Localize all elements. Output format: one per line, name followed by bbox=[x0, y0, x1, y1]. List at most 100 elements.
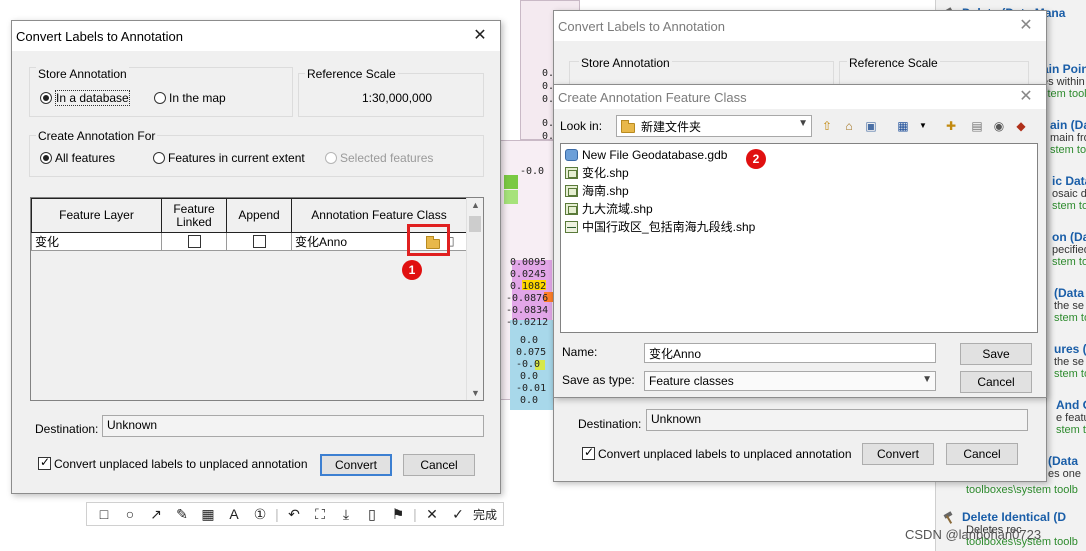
up-one-level-icon[interactable]: ⇧ bbox=[818, 117, 836, 135]
radio-selected-features: Selected features bbox=[325, 151, 433, 165]
toolbox-icon[interactable]: ◆ bbox=[1012, 117, 1030, 135]
result-title: And G bbox=[1056, 398, 1086, 412]
convert-button[interactable]: Convert bbox=[862, 443, 934, 465]
chevron-down-icon[interactable]: ▼ bbox=[914, 117, 932, 135]
titlebar: Create Annotation Feature Class ✕ bbox=[554, 85, 1046, 109]
done-button[interactable]: 完成 bbox=[471, 506, 497, 523]
chevron-down-icon: ▼ bbox=[922, 374, 932, 385]
result-title: (Data bbox=[1048, 454, 1079, 468]
file-item[interactable]: 九大流域.shp bbox=[565, 200, 653, 218]
result-desc: the se bbox=[1054, 356, 1084, 368]
catalog-icon[interactable]: ▤ bbox=[968, 117, 986, 135]
radio-in-map[interactable]: In the map bbox=[154, 91, 226, 105]
radio-in-database[interactable]: In a database bbox=[40, 90, 130, 106]
destination-field: Unknown bbox=[102, 415, 484, 437]
cancel-button[interactable]: Cancel bbox=[946, 443, 1018, 465]
scroll-down-icon[interactable]: ▼ bbox=[467, 388, 483, 398]
pin-icon[interactable]: ⚑ bbox=[385, 506, 411, 523]
radio-features-current-extent[interactable]: Features in current extent bbox=[153, 151, 305, 165]
map-value-label: 0.0245 bbox=[510, 269, 547, 280]
text-icon[interactable]: A bbox=[221, 506, 247, 522]
scroll-thumb[interactable] bbox=[469, 216, 481, 232]
cancel-button[interactable]: Cancel bbox=[403, 454, 475, 476]
separator: | bbox=[275, 506, 279, 522]
radio-label: All features bbox=[55, 151, 116, 165]
checkbox[interactable] bbox=[38, 455, 51, 470]
save-as-type-select[interactable]: Feature classes ▼ bbox=[644, 371, 936, 391]
number-marker-icon[interactable]: ① bbox=[247, 506, 273, 523]
name-input[interactable]: 变化Anno bbox=[644, 343, 936, 363]
result-title: ain Point bbox=[1042, 62, 1086, 76]
name-label: Name: bbox=[562, 345, 598, 359]
scroll-up-icon[interactable]: ▲ bbox=[467, 200, 483, 210]
radio-button bbox=[325, 152, 337, 164]
cancel-button[interactable]: Cancel bbox=[960, 371, 1032, 393]
radio-button[interactable] bbox=[154, 92, 166, 104]
connect-folder-icon[interactable]: ▣ bbox=[862, 117, 880, 135]
mosaic-icon[interactable]: ▦ bbox=[195, 506, 221, 523]
phone-icon[interactable]: ▯ bbox=[359, 506, 385, 523]
close-icon[interactable]: ✕ bbox=[1012, 14, 1040, 38]
convert-button[interactable]: Convert bbox=[320, 454, 392, 476]
polygon-shapefile-icon bbox=[565, 185, 578, 197]
rectangle-icon[interactable]: □ bbox=[91, 506, 117, 522]
map-value-label: 0.0 bbox=[520, 371, 539, 382]
feature-linked-cell[interactable] bbox=[161, 232, 227, 251]
line-shapefile-icon bbox=[565, 221, 578, 233]
map-value-label: 0.0 bbox=[520, 335, 539, 346]
dialog-title: Convert Labels to Annotation bbox=[16, 28, 183, 44]
close-icon[interactable]: ✕ bbox=[419, 506, 445, 523]
file-item[interactable]: 变化.shp bbox=[565, 164, 629, 182]
view-icon[interactable]: ▦ bbox=[894, 117, 912, 135]
save-as-type-label: Save as type: bbox=[562, 373, 635, 387]
result-desc: osaic d bbox=[1052, 188, 1086, 200]
file-name: New File Geodatabase.gdb bbox=[582, 148, 728, 162]
radio-button[interactable] bbox=[153, 152, 165, 164]
download-icon[interactable]: ⤓ bbox=[333, 506, 359, 523]
arrow-icon[interactable]: ↗ bbox=[143, 506, 169, 523]
map-value-label: -0.0212 bbox=[506, 317, 549, 328]
look-in-combobox[interactable]: 新建文件夹 ▼ bbox=[616, 115, 812, 137]
result-path: stem toolb bbox=[1050, 144, 1086, 156]
step-badge-2: 2 bbox=[746, 149, 766, 169]
grid-scrollbar[interactable]: ▲ ▼ bbox=[466, 198, 483, 400]
append-cell[interactable] bbox=[226, 232, 292, 251]
save-button[interactable]: Save bbox=[960, 343, 1032, 365]
file-item[interactable]: 海南.shp bbox=[565, 182, 629, 200]
browser-toolbar: ⇧ ⌂ ▣ ▦ ▼ ✚ ▤ ◉ ◆ bbox=[818, 117, 1038, 135]
close-icon[interactable]: ✕ bbox=[1012, 85, 1040, 109]
highlight-box bbox=[407, 224, 450, 256]
pen-icon[interactable]: ✎ bbox=[169, 506, 195, 523]
file-list[interactable]: New File Geodatabase.gdb 变化.shp 海南.shp 九… bbox=[560, 143, 1038, 333]
home-icon[interactable]: ⌂ bbox=[840, 117, 858, 135]
look-in-value: 新建文件夹 bbox=[641, 120, 702, 134]
toolbox-result-path: toolboxes\system toolb bbox=[966, 484, 1086, 496]
fullscreen-icon[interactable]: ⛶ bbox=[307, 506, 333, 523]
table-row[interactable]: 变化 变化Anno bbox=[31, 232, 467, 251]
file-item-geodatabase[interactable]: New File Geodatabase.gdb bbox=[565, 146, 727, 164]
feature-linked-checkbox[interactable] bbox=[187, 235, 201, 248]
result-desc: es one bbox=[1048, 468, 1082, 480]
reference-scale-value: 1:30,000,000 bbox=[362, 91, 433, 105]
file-item[interactable]: 中国行政区_包括南海九段线.shp bbox=[565, 218, 755, 236]
result-desc: the se bbox=[1054, 300, 1084, 312]
result-path: stem toolb bbox=[1042, 88, 1086, 100]
radio-button[interactable] bbox=[40, 152, 52, 164]
new-folder-icon[interactable]: ✚ bbox=[942, 117, 960, 135]
undo-icon[interactable]: ↶ bbox=[281, 506, 307, 523]
close-icon[interactable]: ✕ bbox=[466, 24, 494, 48]
done-check-icon[interactable]: ✓ bbox=[445, 506, 471, 523]
unplaced-checkbox-row[interactable]: Convert unplaced labels to unplaced anno… bbox=[38, 455, 308, 471]
result-desc: e featu bbox=[1056, 412, 1086, 424]
radio-all-features[interactable]: All features bbox=[40, 151, 115, 165]
destination-label: Destination: bbox=[35, 422, 99, 436]
unplaced-checkbox-row[interactable]: Convert unplaced labels to unplaced anno… bbox=[582, 445, 852, 461]
file-name: 中国行政区_包括南海九段线.shp bbox=[582, 220, 756, 234]
radio-button[interactable] bbox=[40, 92, 52, 104]
map-cell bbox=[504, 175, 518, 189]
ellipse-icon[interactable]: ○ bbox=[117, 506, 143, 522]
append-checkbox[interactable] bbox=[252, 235, 266, 248]
group-label: Store Annotation bbox=[36, 67, 129, 81]
checkbox[interactable] bbox=[582, 445, 595, 460]
database-icon[interactable]: ◉ bbox=[990, 117, 1008, 135]
